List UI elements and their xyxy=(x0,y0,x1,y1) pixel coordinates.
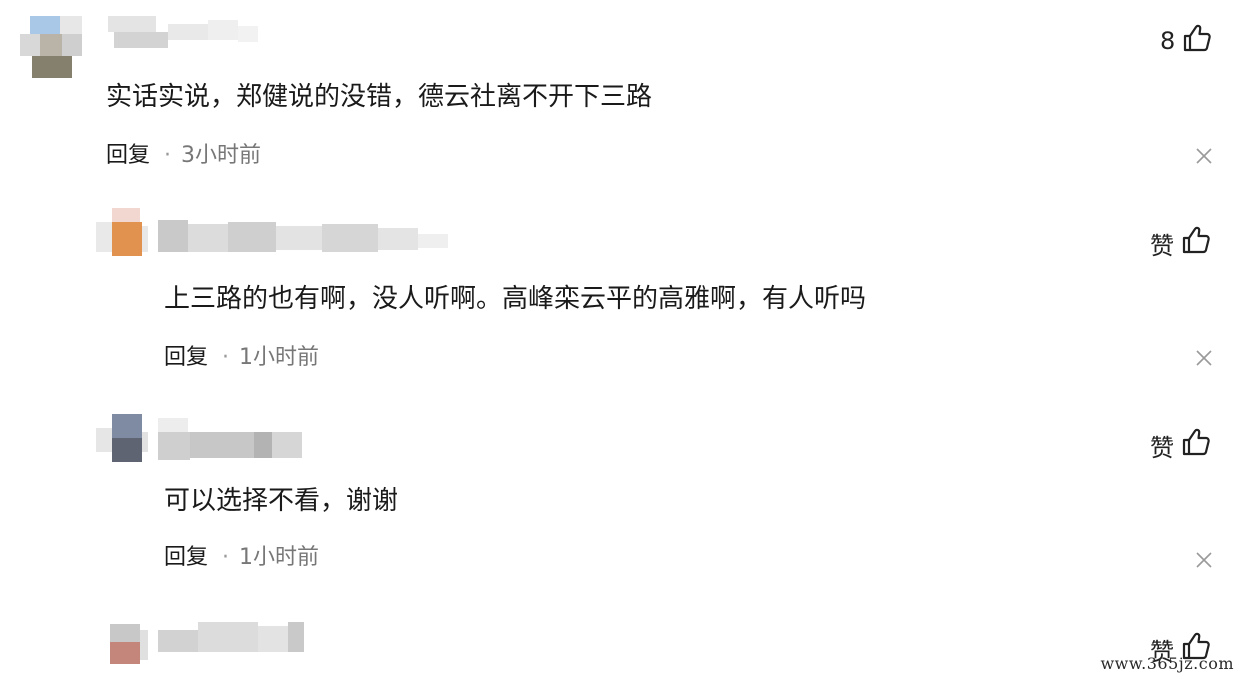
thumbs-up-icon xyxy=(1174,426,1212,464)
timestamp: 1小时前 xyxy=(239,545,320,570)
close-icon[interactable] xyxy=(1195,349,1213,367)
reply-button[interactable]: 回复 xyxy=(106,143,150,168)
meta-separator: · xyxy=(222,345,230,370)
meta-separator: · xyxy=(222,545,230,570)
timestamp: 3小时前 xyxy=(181,143,262,168)
like-button[interactable]: 8 xyxy=(1160,22,1213,60)
thumbs-up-icon xyxy=(1174,224,1212,262)
comment-text: 上三路的也有啊，没人听啊。高峰栾云平的高雅啊，有人听吗 xyxy=(164,284,867,314)
username[interactable] xyxy=(158,622,308,658)
watermark: www.365jz.com xyxy=(1100,654,1234,673)
like-button[interactable]: 赞 xyxy=(1150,224,1212,262)
comment-meta: 回复 · 1小时前 xyxy=(164,544,319,572)
comment-text: 可以选择不看，谢谢 xyxy=(164,486,399,516)
timestamp: 1小时前 xyxy=(239,345,320,370)
like-count: 8 xyxy=(1160,27,1176,55)
username[interactable] xyxy=(158,220,448,254)
username[interactable] xyxy=(158,418,308,464)
close-icon[interactable] xyxy=(1195,147,1213,165)
thumbs-up-icon xyxy=(1175,22,1213,60)
like-label: 赞 xyxy=(1150,231,1174,260)
like-label: 赞 xyxy=(1150,433,1174,462)
avatar[interactable] xyxy=(110,624,148,670)
username[interactable] xyxy=(108,16,258,50)
reply-button[interactable]: 回复 xyxy=(164,345,208,370)
avatar[interactable] xyxy=(96,414,148,466)
comment-text: 实话实说，郑健说的没错，德云社离不开下三路 xyxy=(106,82,653,112)
avatar[interactable] xyxy=(20,16,82,78)
close-icon[interactable] xyxy=(1195,551,1213,569)
avatar[interactable] xyxy=(96,208,148,258)
reply-button[interactable]: 回复 xyxy=(164,545,208,570)
comment-meta: 回复 · 1小时前 xyxy=(164,344,319,372)
meta-separator: · xyxy=(164,143,172,168)
comment-meta: 回复 · 3小时前 xyxy=(106,142,261,170)
like-button[interactable]: 赞 xyxy=(1150,426,1212,464)
